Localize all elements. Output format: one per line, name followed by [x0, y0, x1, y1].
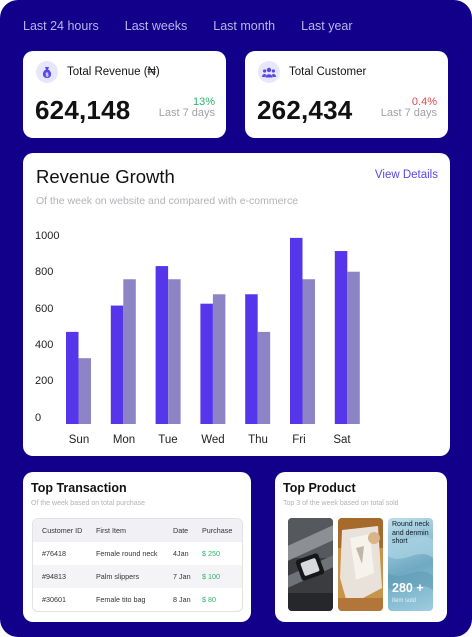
purchase: $ 250: [202, 549, 220, 558]
table-row[interactable]: #76418 Female round neck 4Jan $ 250: [33, 542, 242, 565]
top-product-title: Top Product: [283, 481, 356, 495]
product-image-watch[interactable]: [288, 518, 333, 611]
column-header: Date: [173, 526, 189, 535]
filter-last-year[interactable]: Last year: [301, 19, 352, 33]
first-item: Female tito bag: [96, 595, 146, 604]
customer-id: #30601: [42, 595, 66, 604]
total-customer-header: Total Customer: [258, 61, 366, 83]
bar-sat-series-2: [347, 271, 360, 424]
y-tick-label: 1000: [35, 230, 60, 242]
x-tick-label: Sat: [333, 434, 351, 446]
column-header: Customer ID: [42, 526, 83, 535]
date: 8 Jan: [173, 595, 191, 604]
total-customer-period: Last 7 days: [380, 107, 437, 119]
bar-fri-series-2: [302, 279, 315, 424]
column-header: Purchase: [202, 526, 233, 535]
bar-wed-series-1: [200, 303, 213, 424]
bar-sat-series-1: [334, 251, 348, 424]
customer-id: #94813: [42, 572, 66, 581]
table-row[interactable]: #94813 Palm slippers 7 Jan $ 100: [33, 565, 242, 588]
x-tick-label: Mon: [112, 434, 136, 446]
x-tick-label: Thu: [248, 434, 268, 446]
x-tick-label: Wed: [201, 434, 225, 446]
users-icon: [258, 61, 280, 83]
x-tick-label: Tue: [158, 434, 178, 446]
product-image-shirt[interactable]: [338, 518, 383, 611]
bar-sun-series-2: [78, 358, 91, 424]
revenue-growth-card: Revenue Growth Of the week on website an…: [23, 153, 450, 456]
column-header: First Item: [96, 526, 126, 535]
svg-text:$: $: [45, 72, 48, 78]
date: 7 Jan: [173, 572, 191, 581]
filter-last-month[interactable]: Last month: [213, 19, 275, 33]
view-details-link[interactable]: View Details: [375, 169, 438, 181]
y-tick-label: 0: [35, 412, 42, 424]
first-item: Female round neck: [96, 549, 158, 558]
x-tick-label: Fri: [292, 434, 306, 446]
top-product-card: Top Product Top 3 of the week based on t…: [275, 472, 447, 622]
top-transaction-subtitle: Of the week based on total purchase: [31, 500, 146, 507]
total-revenue-value: 624,148: [35, 95, 131, 125]
total-customer-card: Total Customer 262,434 0.4% Last 7 days: [245, 51, 448, 138]
bar-wed-series-2: [212, 294, 226, 424]
dashboard-frame: Last 24 hours Last weeks Last month Last…: [0, 0, 472, 637]
bar-tue-series-2: [168, 279, 181, 424]
purchase: $ 80: [202, 595, 216, 604]
x-tick-label: Sun: [68, 434, 90, 446]
total-customer-value: 262,434: [257, 95, 353, 125]
total-customer-title: Total Customer: [289, 66, 367, 78]
date: 4Jan: [173, 549, 189, 558]
revenue-growth-subtitle: Of the week on website and compared with…: [36, 195, 299, 207]
y-tick-label: 400: [35, 339, 54, 351]
top-transaction-title: Top Transaction: [31, 481, 127, 495]
bar-sun-series-1: [66, 331, 79, 424]
money-bag-icon: $: [36, 61, 58, 83]
purchase: $ 100: [202, 572, 220, 581]
featured-product-unit: item sold: [392, 598, 417, 604]
featured-product-count: 280 +: [392, 581, 424, 595]
revenue-growth-title: Revenue Growth: [36, 166, 175, 187]
filter-last-24-hours[interactable]: Last 24 hours: [23, 19, 99, 33]
bar-fri-series-1: [290, 237, 303, 424]
total-revenue-header: $ Total Revenue (₦): [36, 61, 160, 83]
y-tick-label: 800: [35, 266, 54, 278]
customer-id: #76418: [42, 549, 66, 558]
bar-mon-series-1: [110, 305, 124, 424]
product-image-featured[interactable]: Round neck and denmin short 280 + item s…: [388, 518, 433, 611]
bar-tue-series-1: [155, 266, 169, 424]
time-filter-tabs: Last 24 hours Last weeks Last month Last…: [23, 19, 379, 33]
transaction-table: Customer ID First Item Date Purchase #76…: [32, 518, 243, 612]
table-row[interactable]: #30601 Female tito bag 8 Jan $ 80: [33, 588, 242, 611]
y-tick-label: 600: [35, 303, 54, 315]
total-revenue-period: Last 7 days: [158, 107, 215, 119]
first-item: Palm slippers: [96, 572, 140, 581]
featured-product-name: Round neck and denmin short: [392, 521, 430, 546]
bar-mon-series-2: [123, 279, 136, 424]
bar-thu-series-1: [245, 294, 258, 424]
table-header-row: Customer ID First Item Date Purchase: [33, 519, 242, 542]
top-product-subtitle: Top 3 of the week based on total sold: [283, 500, 399, 507]
filter-last-weeks[interactable]: Last weeks: [125, 19, 188, 33]
total-revenue-title: Total Revenue (₦): [67, 66, 160, 78]
total-revenue-card: $ Total Revenue (₦) 624,148 13% Last 7 d…: [23, 51, 226, 138]
bar-thu-series-2: [257, 331, 271, 424]
y-tick-label: 200: [35, 375, 54, 387]
top-transaction-card: Top Transaction Of the week based on tot…: [23, 472, 251, 622]
